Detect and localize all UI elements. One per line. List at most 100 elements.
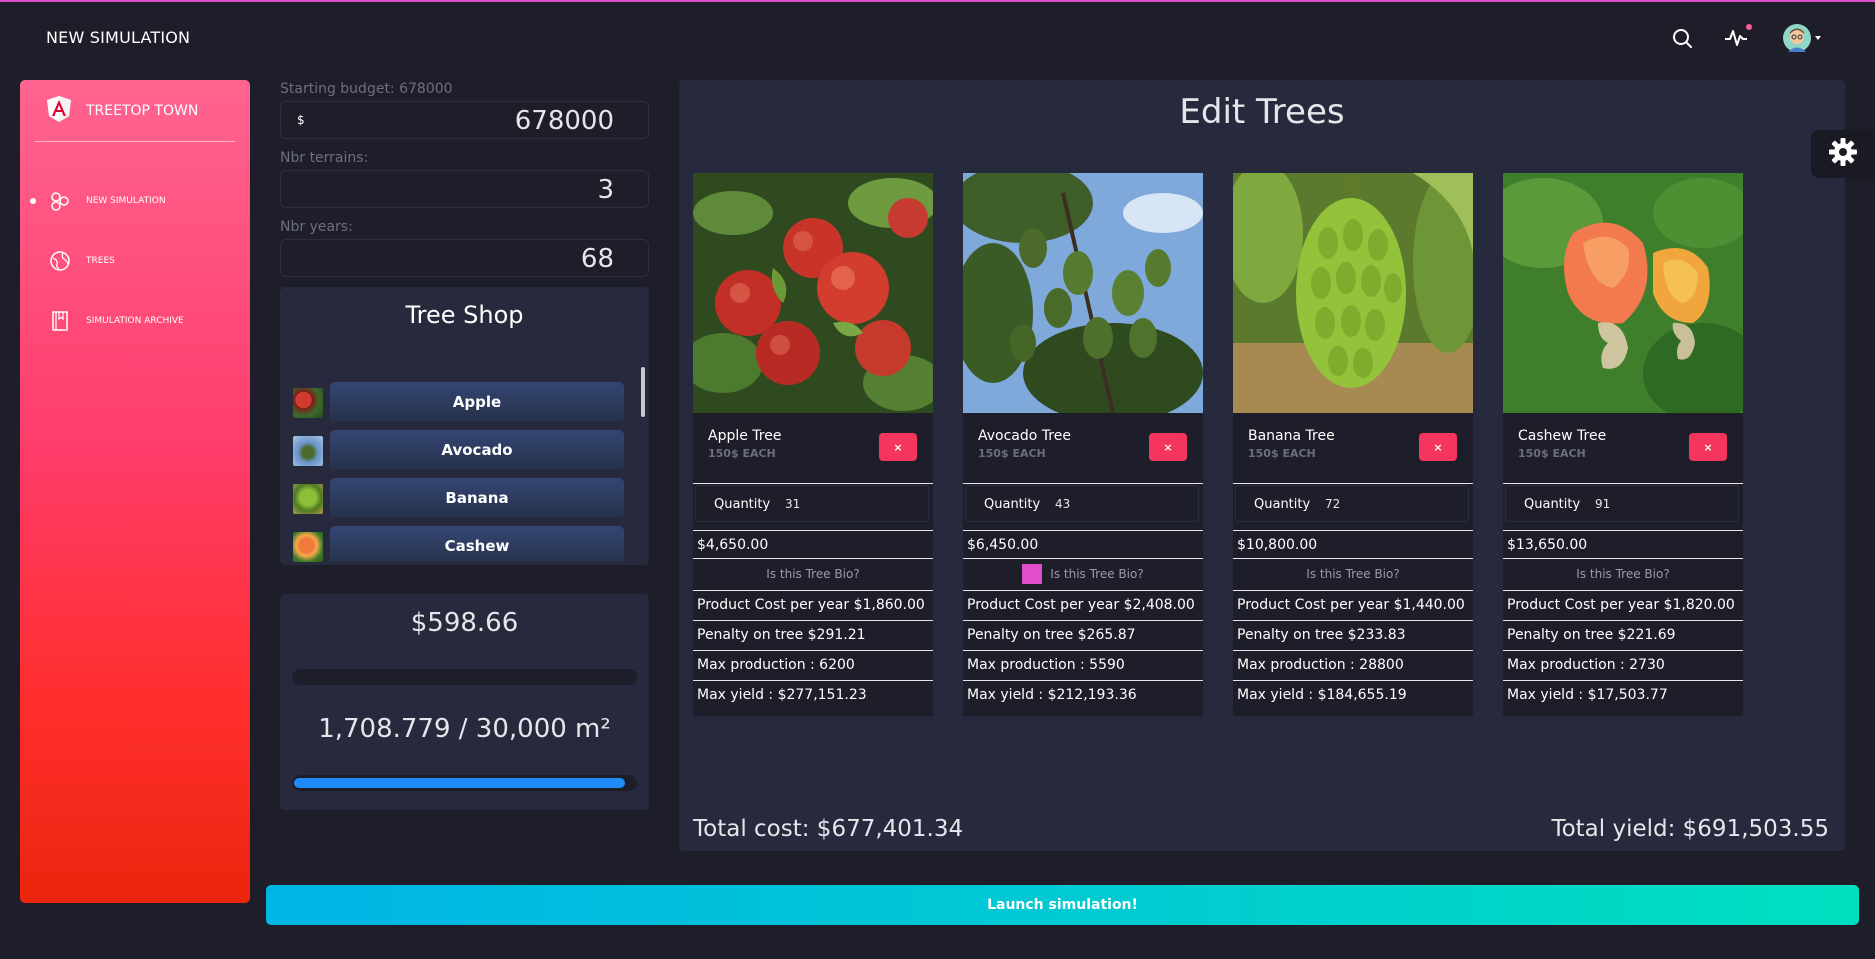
activity-icon[interactable] xyxy=(1722,24,1752,52)
divider xyxy=(693,530,933,531)
divider xyxy=(1233,680,1473,681)
quantity-input[interactable]: Quantity 43 xyxy=(965,485,1199,522)
years-input[interactable]: 68 xyxy=(280,239,649,277)
tree-price: 150$ EACH xyxy=(1248,447,1316,460)
sidebar-item-trees[interactable]: TREES xyxy=(30,246,240,276)
bio-toggle[interactable]: Is this Tree Bio? xyxy=(963,559,1203,589)
area-usage: 1,708.779 / 30,000 m² xyxy=(318,714,611,744)
banana-tree-image xyxy=(1233,173,1473,413)
budget-input[interactable]: $ 678000 xyxy=(280,101,649,139)
tree-price: 150$ EACH xyxy=(708,447,776,460)
sidebar-item-label: SIMULATION ARCHIVE xyxy=(86,316,184,326)
product-cost: Product Cost per year $1,440.00 xyxy=(1237,597,1465,613)
area-progress-fill xyxy=(294,778,625,788)
shop-banana-button[interactable]: Banana xyxy=(330,478,624,518)
budget-label: Starting budget: 678000 xyxy=(280,81,453,97)
tree-shop-panel: Tree Shop Apple Avocado Banana Cashew xyxy=(280,287,649,565)
divider xyxy=(1503,620,1743,621)
divider xyxy=(1233,590,1473,591)
remove-tree-button[interactable]: × xyxy=(879,433,917,461)
terrains-input[interactable]: 3 xyxy=(280,170,649,208)
sidebar-item-new-simulation[interactable]: NEW SIMULATION xyxy=(30,186,240,216)
divider xyxy=(963,530,1203,531)
divider xyxy=(1503,680,1743,681)
sidebar-brand[interactable]: TREETOP TOWN xyxy=(46,96,198,126)
list-item: Cashew xyxy=(293,526,633,562)
list-item: Apple xyxy=(293,382,633,422)
divider xyxy=(1503,483,1743,484)
quantity-label: Quantity xyxy=(714,497,771,512)
sidebar-item-simulation-archive[interactable]: SIMULATION ARCHIVE xyxy=(30,306,240,336)
edit-trees-title: Edit Trees xyxy=(1179,92,1345,132)
shop-cashew-button[interactable]: Cashew xyxy=(330,526,624,562)
divider xyxy=(693,650,933,651)
cashew-thumbnail xyxy=(293,532,323,562)
avatar[interactable] xyxy=(1782,24,1824,52)
search-icon[interactable] xyxy=(1668,24,1696,52)
quantity-input[interactable]: Quantity 72 xyxy=(1235,485,1469,522)
remove-tree-button[interactable]: × xyxy=(1689,433,1727,461)
gear-icon xyxy=(1828,137,1858,171)
notification-dot xyxy=(1746,24,1752,30)
bio-checkbox-checked[interactable] xyxy=(1022,564,1043,584)
tree-name: Banana Tree xyxy=(1248,428,1335,444)
divider xyxy=(1233,650,1473,651)
currency-prefix: $ xyxy=(297,113,305,127)
quantity-value: 72 xyxy=(1325,497,1341,511)
tree-total-cost: $6,450.00 xyxy=(967,537,1039,553)
bio-toggle[interactable]: Is this Tree Bio? xyxy=(693,559,933,589)
divider xyxy=(1503,530,1743,531)
tree-price: 150$ EACH xyxy=(978,447,1046,460)
years-value: 68 xyxy=(580,244,614,274)
tree-name: Avocado Tree xyxy=(978,428,1071,444)
apple-thumbnail xyxy=(293,388,323,418)
quantity-input[interactable]: Quantity 31 xyxy=(695,485,929,522)
years-label: Nbr years: xyxy=(280,219,353,235)
divider xyxy=(693,620,933,621)
divider xyxy=(1503,650,1743,651)
bio-toggle[interactable]: Is this Tree Bio? xyxy=(1233,559,1473,589)
divider xyxy=(1503,590,1743,591)
divider xyxy=(1233,620,1473,621)
area-progress-bar xyxy=(292,775,637,791)
max-yield: Max yield : $277,151.23 xyxy=(697,687,867,703)
penalty: Penalty on tree $233.83 xyxy=(1237,627,1406,643)
shop-scrollbar[interactable] xyxy=(641,367,645,417)
shop-apple-button[interactable]: Apple xyxy=(330,382,624,422)
shop-avocado-button[interactable]: Avocado xyxy=(330,430,624,470)
max-production: Max production : 6200 xyxy=(697,657,855,673)
sidebar-item-label: NEW SIMULATION xyxy=(86,196,166,206)
max-yield: Max yield : $17,503.77 xyxy=(1507,687,1668,703)
edit-trees-panel: Edit Trees Apple Tree 150$ EACH × Quanti… xyxy=(679,80,1845,851)
product-cost: Product Cost per year $1,860.00 xyxy=(697,597,925,613)
budget-value: 678000 xyxy=(514,106,614,136)
tree-shop-list: Apple Avocado Banana Cashew xyxy=(293,382,633,562)
tree-card-cashew: Cashew Tree 150$ EACH × Quantity 91 $13,… xyxy=(1503,173,1743,716)
active-indicator xyxy=(30,198,36,204)
bio-toggle[interactable]: Is this Tree Bio? xyxy=(1503,559,1743,589)
settings-gear-button[interactable] xyxy=(1811,130,1875,178)
quantity-value: 31 xyxy=(785,497,801,511)
total-cost: Total cost: $677,401.34 xyxy=(693,816,964,842)
quantity-label: Quantity xyxy=(1254,497,1311,512)
tree-card-apple: Apple Tree 150$ EACH × Quantity 31 $4,65… xyxy=(693,173,933,716)
max-production: Max production : 2730 xyxy=(1507,657,1665,673)
terrains-value: 3 xyxy=(597,175,614,205)
quantity-value: 91 xyxy=(1595,497,1611,511)
cashew-tree-image xyxy=(1503,173,1743,413)
launch-simulation-button[interactable]: Launch simulation! xyxy=(266,885,1859,925)
max-production: Max production : 5590 xyxy=(967,657,1125,673)
tree-card-avocado: Avocado Tree 150$ EACH × Quantity 43 $6,… xyxy=(963,173,1203,716)
remove-tree-button[interactable]: × xyxy=(1149,433,1187,461)
divider xyxy=(963,620,1203,621)
tree-shop-title: Tree Shop xyxy=(405,301,524,329)
penalty: Penalty on tree $265.87 xyxy=(967,627,1136,643)
tree-name: Apple Tree xyxy=(708,428,782,444)
product-cost: Product Cost per year $1,820.00 xyxy=(1507,597,1735,613)
remove-tree-button[interactable]: × xyxy=(1419,433,1457,461)
quantity-input[interactable]: Quantity 91 xyxy=(1505,485,1739,522)
product-cost: Product Cost per year $2,408.00 xyxy=(967,597,1195,613)
bio-label: Is this Tree Bio? xyxy=(1306,567,1400,581)
penalty: Penalty on tree $291.21 xyxy=(697,627,866,643)
divider xyxy=(693,483,933,484)
